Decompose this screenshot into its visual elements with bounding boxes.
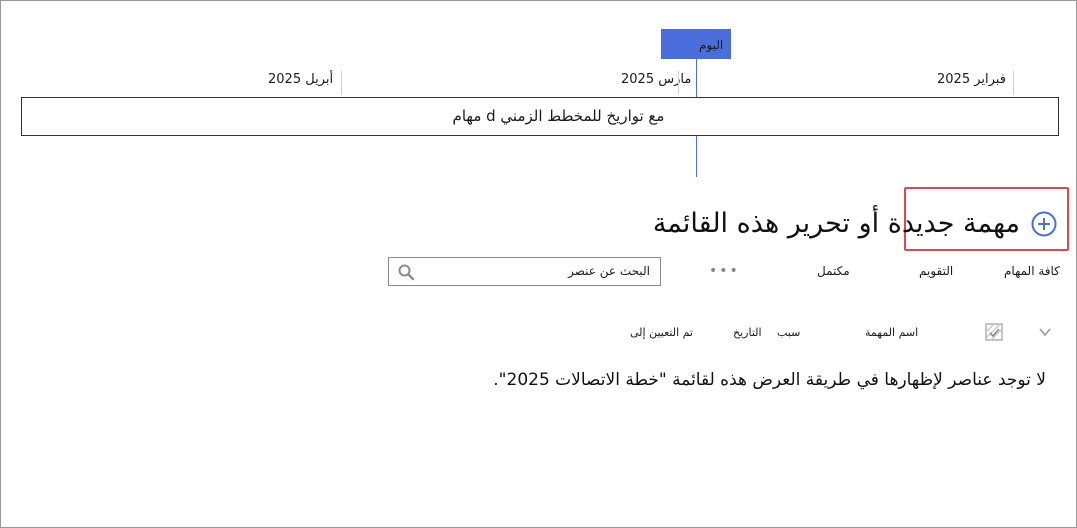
search-input[interactable] [423,263,652,279]
tab-all-tasks[interactable]: كافة المهام [1004,264,1060,278]
timeline-tick [678,71,679,95]
plus-circle-icon[interactable] [1031,211,1057,237]
more-views-button[interactable]: ••• [709,263,740,279]
timeline-bar-text: مهام d مع تواريخ للمخطط الزمني [452,107,665,125]
today-marker: اليوم [661,29,731,59]
timeline-tick [1013,71,1014,95]
column-header-reason[interactable]: سبب [777,326,800,339]
tab-calendar[interactable]: التقويم [919,264,953,278]
chevron-down-icon[interactable] [1038,325,1052,339]
magnifier-icon[interactable] [397,263,415,281]
timeline-month-april: أبريل 2025 [268,72,334,87]
column-header-assigned-to[interactable]: تم التعيين إلى [630,326,693,339]
empty-list-message: لا توجد عناصر لإظهارها في طريقة العرض هذ… [493,370,1046,390]
column-header-date[interactable]: التاريخ [733,326,762,339]
search-box [388,257,661,286]
timeline-month-february: فبراير 2025 [937,72,1006,87]
column-header-task-name[interactable]: اسم المهمة [865,326,918,339]
new-task-link[interactable]: مهمة جديدة أو تحرير هذه القائمة [653,208,1020,239]
timeline-tick [341,71,342,95]
timeline-month-march: مارس 2025 [621,72,692,87]
select-all-icon[interactable] [983,321,1005,343]
tab-completed[interactable]: مكتمل [817,264,850,278]
today-label: اليوم [699,38,724,52]
page-frame: اليوم أبريل 2025 مارس 2025 فبراير 2025 م… [0,0,1077,528]
